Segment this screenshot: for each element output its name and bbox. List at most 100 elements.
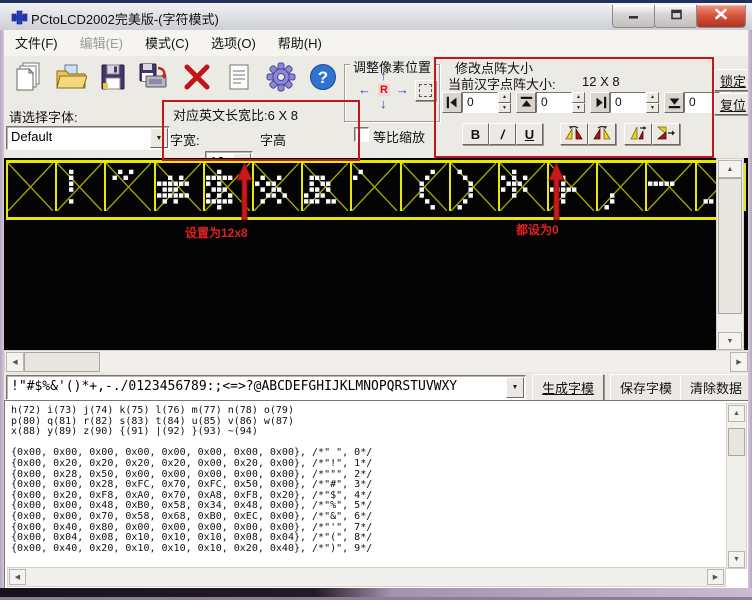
glyph-cell [303,163,352,211]
left-margin-spinner: 0▲▼ [442,92,511,113]
save-icon[interactable] [96,60,130,94]
menu-item[interactable]: 文件(F) [4,31,69,56]
output-horizontal-scrollbar[interactable]: ◀ ▶ [7,567,726,587]
preview-scrollbar-thumb[interactable] [718,178,742,314]
output-scrollbar-thumb[interactable] [728,428,745,456]
rotate-right-button[interactable] [588,123,616,145]
menu-bar: 文件(F)编辑(E)模式(C)选项(O)帮助(H) [4,30,748,57]
move-left-icon[interactable]: ← [358,84,371,96]
glyph-cell [254,163,303,211]
character-set-arrow-icon[interactable]: ▼ [506,377,524,398]
preview-hscrollbar-thumb[interactable] [24,352,100,372]
annotation-arrow-left [236,163,253,225]
matrix-current-label: 当前汉字点阵大小: [448,74,556,93]
center-glyph-button[interactable] [415,80,436,101]
clear-data-button[interactable]: 清除数据 [680,374,752,401]
rotate-left-icon [564,125,584,144]
menu-item[interactable]: 模式(C) [134,31,200,56]
preview-horizontal-scrollbar[interactable]: ◀ ▶ [4,350,750,374]
spin-down-icon[interactable]: ▼ [498,103,511,114]
app-window: PCtoLCD2002完美版-(字符模式) 文件(F)编辑(E)模式(C)选项(… [0,0,752,600]
flip-rotate-up-button[interactable] [624,123,652,145]
spin-up-icon[interactable]: ▲ [646,92,659,103]
help-icon[interactable]: ? [306,60,340,94]
menu-item: 编辑(E) [69,31,134,56]
close-icon [714,7,728,25]
save-as-icon[interactable] [138,60,172,94]
scroll-down-icon[interactable]: ▼ [728,551,745,568]
font-code-output[interactable]: h(72) i(73) j(74) k(75) l(76) m(77) n(78… [4,400,750,590]
scroll-down-icon[interactable]: ▼ [718,332,742,350]
right-margin-input[interactable]: 0 [610,92,646,113]
reset-button[interactable]: 复位 [714,93,752,115]
glyph-cell [402,163,451,211]
lock-button[interactable]: 锁定 [714,69,752,91]
glyph-cell [500,163,549,211]
close-button[interactable] [696,5,746,28]
open-folder-icon[interactable] [54,60,88,94]
character-row: !"#$%&'()*+,-./0123456789:;<=>?@ABCDEFGH… [4,372,748,400]
rotate-left-button[interactable] [560,123,588,145]
font-combo-arrow-icon[interactable]: ▼ [150,128,168,148]
glyph-cell [451,163,500,211]
settings-gear-icon[interactable] [264,60,298,94]
right-margin-icon[interactable] [590,92,610,113]
menu-item[interactable]: 帮助(H) [267,31,333,56]
spin-down-icon[interactable]: ▼ [646,103,659,114]
left-margin-icon[interactable] [442,92,462,113]
font-select-label: 请选择字体: [9,107,78,126]
flip-rotate-right-button[interactable] [652,123,680,145]
scroll-right-icon[interactable]: ▶ [730,352,748,372]
move-down-icon[interactable]: ↓ [380,98,387,110]
center-glyph-icon [419,84,432,97]
left-margin-input[interactable]: 0 [462,92,498,113]
glyph-cell [156,163,205,211]
clear-data-label: 清除数据 [690,378,742,397]
window-right-frame [748,30,752,590]
font-select-combobox[interactable]: Default ▼ [6,126,170,150]
character-set-value: !"#$%&'()*+,-./0123456789:;<=>?@ABCDEFGH… [11,379,457,394]
lock-button-label: 锁定 [720,71,746,90]
spin-up-icon[interactable]: ▲ [498,92,511,103]
bold-button[interactable]: B [462,123,489,145]
glyph-preview-area[interactable]: 设置为12x8 都设为0 ▲ ▼ [4,158,748,350]
top-margin-updown: ▲▼ [572,92,585,113]
scroll-left-icon[interactable]: ◀ [6,352,24,372]
delete-icon[interactable] [180,60,214,94]
menu-item[interactable]: 选项(O) [200,31,267,56]
reset-position-label[interactable]: R [378,84,390,96]
move-right-icon[interactable]: → [396,84,409,96]
minimize-button[interactable] [612,5,656,28]
maximize-button[interactable] [654,5,698,28]
output-vertical-scrollbar[interactable]: ▲ ▼ [726,403,747,569]
scroll-up-icon[interactable]: ▲ [728,405,745,422]
app-icon [11,10,28,30]
notes-icon[interactable] [222,60,256,94]
top-margin-input[interactable]: 0 [536,92,572,113]
proportional-scale-checkbox[interactable] [354,127,369,142]
new-document-icon[interactable] [12,60,46,94]
scroll-left-icon[interactable]: ◀ [9,569,26,585]
annotation-text-left: 设置为12x8 [185,224,248,241]
preview-vertical-scrollbar[interactable]: ▲ ▼ [716,158,744,352]
generate-font-button[interactable]: 生成字模 [532,374,604,401]
rotate-right-icon [592,125,612,144]
move-up-icon[interactable]: ↑ [380,70,387,82]
glyph-cell [647,163,696,211]
save-font-label: 保存字模 [620,378,672,397]
spin-up-icon[interactable]: ▲ [572,92,585,103]
scroll-right-icon[interactable]: ▶ [707,569,724,585]
top-margin-icon[interactable] [516,92,536,113]
spin-down-icon[interactable]: ▼ [572,103,585,114]
window-title: PCtoLCD2002完美版-(字符模式) [31,9,219,28]
italic-button[interactable]: / [489,123,516,145]
right-margin-updown: ▲▼ [646,92,659,113]
underline-button[interactable]: U [516,123,543,145]
maximize-icon [670,7,683,25]
character-set-combobox[interactable]: !"#$%&'()*+,-./0123456789:;<=>?@ABCDEFGH… [6,375,526,400]
bottom-margin-icon[interactable] [664,92,684,113]
glyph-strip [6,160,718,220]
left-margin-updown: ▲▼ [498,92,511,113]
scroll-up-icon[interactable]: ▲ [718,160,742,178]
save-font-button[interactable]: 保存字模 [610,374,682,401]
